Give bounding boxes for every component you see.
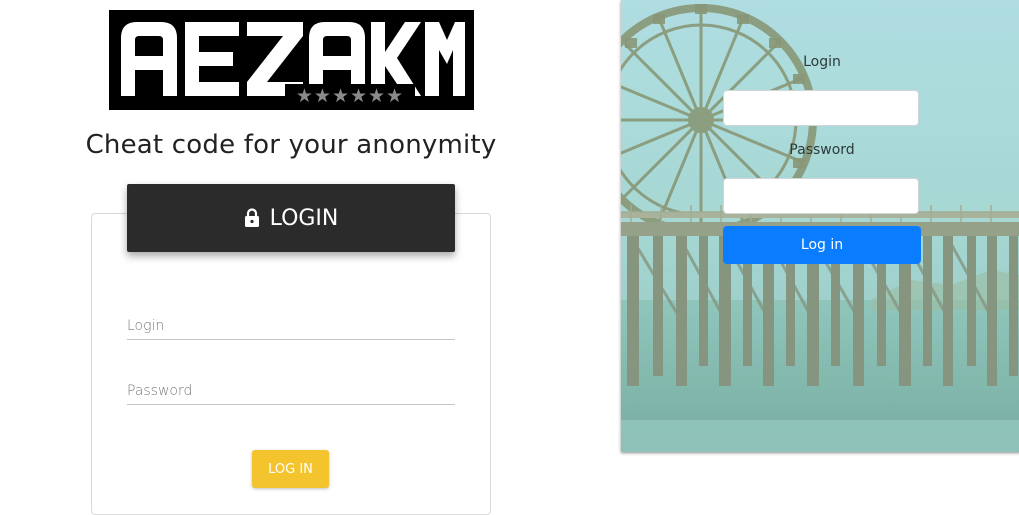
right-password-label: Password: [789, 142, 855, 158]
aezakmi-logo: ★★★★★★: [109, 10, 474, 110]
password-input[interactable]: [127, 378, 455, 405]
login-card-title: LOGIN: [269, 205, 339, 231]
login-input[interactable]: [127, 313, 455, 340]
login-card-header: LOGIN: [127, 184, 455, 252]
right-password-input[interactable]: [723, 178, 919, 214]
wanted-stars: ★★★★★★: [296, 85, 404, 107]
log-in-button[interactable]: LOG IN: [252, 450, 329, 488]
lock-icon: [244, 208, 260, 228]
right-log-in-button[interactable]: Log in: [723, 226, 921, 264]
tagline: Cheat code for your anonymity: [85, 130, 497, 160]
right-login-input[interactable]: [723, 90, 919, 126]
right-login-label: Login: [803, 54, 841, 70]
